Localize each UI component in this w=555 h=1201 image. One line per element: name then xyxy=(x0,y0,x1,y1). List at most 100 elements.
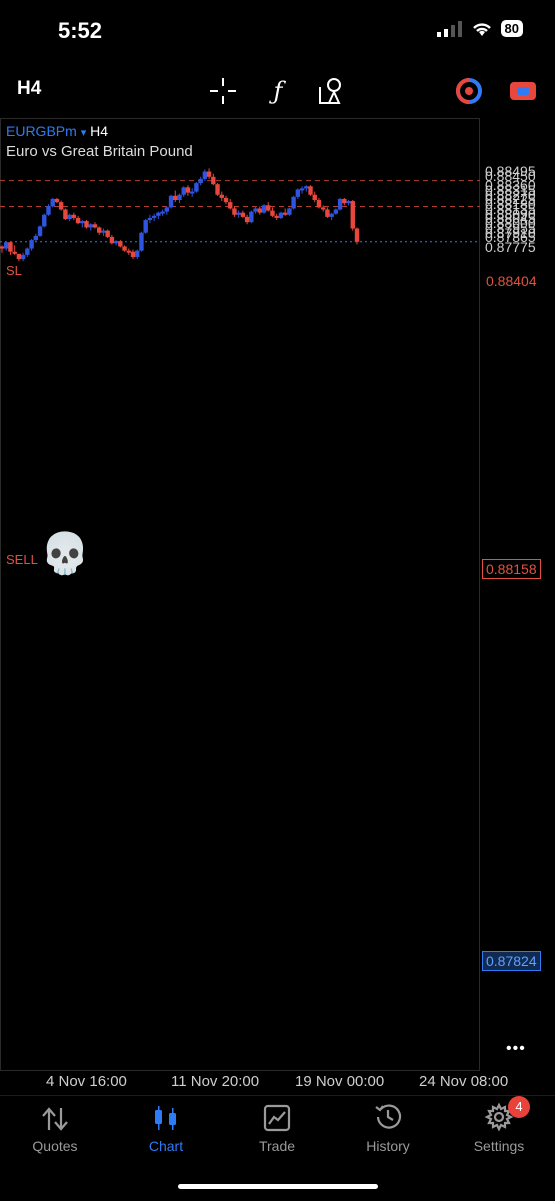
quotes-icon xyxy=(42,1107,68,1131)
indicator-icon[interactable] xyxy=(453,76,485,106)
more-icon[interactable]: ••• xyxy=(506,1040,526,1058)
symbol-description: Euro vs Great Britain Pound xyxy=(6,143,193,160)
candle-body xyxy=(312,194,317,201)
candle-body xyxy=(346,201,351,204)
candle-body xyxy=(71,214,77,218)
candle-body xyxy=(261,205,267,213)
candle-body xyxy=(333,209,339,214)
candle-body xyxy=(143,220,148,233)
candle-body xyxy=(0,246,5,249)
candle-body xyxy=(20,254,26,260)
candle-body xyxy=(253,208,258,212)
sell-price-label: 0.88158 xyxy=(482,559,541,579)
candle-body xyxy=(147,217,153,221)
candle-body xyxy=(316,200,322,208)
objects-icon[interactable] xyxy=(316,76,348,106)
date-tick: 4 Nov 16:00 xyxy=(46,1073,127,1090)
trade-icon xyxy=(263,1104,291,1132)
candle-body xyxy=(173,195,178,201)
candle-body xyxy=(126,250,131,253)
function-icon[interactable]: ƒ xyxy=(262,76,294,106)
candle-body xyxy=(12,251,17,254)
symbol-header[interactable]: EURGBPm ▾ H4 xyxy=(6,123,108,139)
candle-body xyxy=(194,183,199,192)
candle-body xyxy=(249,211,254,223)
current-price-label: 0.87824 xyxy=(482,951,541,971)
candle-body xyxy=(240,212,246,217)
candle-body xyxy=(92,224,98,228)
candle-body xyxy=(325,209,330,217)
timeframe-button[interactable]: H4 xyxy=(17,78,41,100)
trade-toggle-icon[interactable] xyxy=(507,76,539,106)
candle-body xyxy=(58,202,64,210)
candle-body xyxy=(33,235,39,241)
candle-body xyxy=(304,186,309,189)
candle-body xyxy=(151,215,157,218)
candle-body xyxy=(202,171,208,179)
home-indicator xyxy=(178,1184,378,1189)
candle-body xyxy=(135,250,140,257)
candle-body xyxy=(215,184,220,195)
tab-chart[interactable]: Chart xyxy=(121,1100,211,1154)
candle-body xyxy=(164,207,170,212)
settings-badge: 4 xyxy=(508,1096,530,1118)
candle-body xyxy=(67,214,72,220)
history-icon xyxy=(375,1104,402,1129)
candle-body xyxy=(266,205,271,211)
candle-body xyxy=(295,189,301,197)
candle-body xyxy=(16,253,22,260)
wifi-icon xyxy=(472,22,491,36)
candle-body xyxy=(139,232,144,251)
candle-body xyxy=(337,198,343,210)
candle-body xyxy=(274,215,279,218)
tab-history[interactable]: History xyxy=(343,1100,433,1154)
candle-body xyxy=(97,227,102,233)
candle-body xyxy=(130,251,136,257)
candle-body xyxy=(156,212,161,216)
candle-body xyxy=(320,207,326,210)
candle-body xyxy=(54,198,60,203)
skull-emoji: 💀 xyxy=(40,532,90,576)
candle-body xyxy=(329,213,334,217)
status-icons: 80 xyxy=(436,20,523,37)
candle-body xyxy=(185,187,191,193)
candle-body xyxy=(287,208,292,215)
candle-body xyxy=(160,211,165,214)
candle-body xyxy=(236,212,241,215)
tab-settings[interactable]: Settings xyxy=(454,1100,544,1154)
candle-body xyxy=(350,201,355,229)
chart-timeframe: H4 xyxy=(90,123,109,139)
tab-label: Quotes xyxy=(32,1138,78,1154)
candle-body xyxy=(211,176,216,185)
candle-body xyxy=(37,226,43,236)
candle-body xyxy=(189,191,195,194)
candle-body xyxy=(109,236,115,244)
candle-body xyxy=(342,198,347,204)
crosshair-icon[interactable] xyxy=(207,76,239,106)
candle-body xyxy=(4,242,9,249)
date-tick: 19 Nov 00:00 xyxy=(295,1073,385,1090)
sell-line-label[interactable]: SELL xyxy=(6,552,38,567)
tab-trade[interactable]: Trade xyxy=(232,1100,322,1154)
price-tick: 0.87775 xyxy=(485,238,536,255)
candlestick-chart[interactable] xyxy=(0,118,480,1071)
symbol-name[interactable]: EURGBPm xyxy=(6,123,77,139)
candle-body xyxy=(105,230,110,237)
candle-body xyxy=(228,202,233,209)
tab-label: Chart xyxy=(148,1138,184,1154)
candle-body xyxy=(118,241,123,247)
tab-quotes[interactable]: Quotes xyxy=(10,1100,100,1154)
candle-body xyxy=(25,248,30,255)
candle-body xyxy=(308,186,313,195)
symbol-arrow-icon[interactable]: ▾ xyxy=(81,127,87,139)
candle-body xyxy=(206,171,212,177)
candle-body xyxy=(46,206,51,215)
sl-price-label: 0.88404 xyxy=(486,273,537,289)
candle-body xyxy=(278,212,284,218)
tab-label: Trade xyxy=(258,1138,296,1154)
candle-body xyxy=(42,214,47,227)
date-tick: 11 Nov 20:00 xyxy=(171,1073,260,1090)
candle-body xyxy=(177,194,182,201)
battery-indicator: 80 xyxy=(500,20,523,37)
sl-line-label[interactable]: SL xyxy=(6,263,22,278)
